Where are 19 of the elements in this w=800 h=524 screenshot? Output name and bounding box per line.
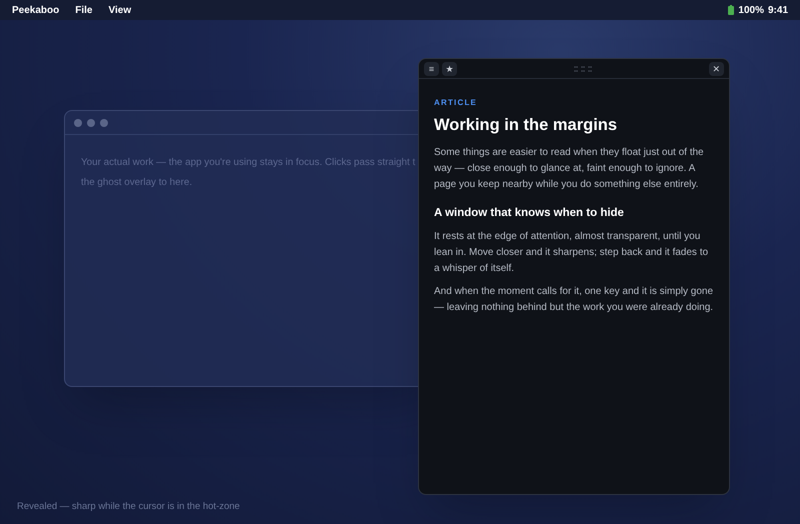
battery-icon <box>728 5 734 15</box>
body-text: Your actual work — the app you're using stays in focus. Clicks pass straight t <box>81 156 416 170</box>
app-name[interactable]: Peekaboo <box>12 2 60 18</box>
body-text: the ghost overlay to here. <box>81 176 192 190</box>
close-button[interactable]: ✕ <box>709 62 724 76</box>
menu-button[interactable]: ≡ <box>424 62 439 76</box>
article-title: Working in the margins <box>434 115 618 136</box>
clock-time: 9:41 <box>768 4 788 18</box>
paragraph: It rests at the edge of attention, almost transparent, until you lean in. Move closer and it sharpens; step back and it fades to a whisper of itself. <box>434 230 710 276</box>
paragraph: Some things are easier to read when they float just out of the way — close enough to glance at, faint enough to ignore. A page you keep nearby while you do something else entirely. <box>434 146 705 192</box>
drag-handle-icon[interactable] <box>573 66 593 72</box>
menu-item[interactable]: View <box>108 2 132 18</box>
star-button[interactable]: ★ <box>442 62 457 76</box>
battery-percentage: 100% <box>738 4 764 18</box>
status-text: Revealed — sharp while the cursor is in the hot-zone <box>17 500 240 514</box>
paragraph: And when the moment calls for it, one key and it is simply gone — leaving nothing behind but the work you were already doing. <box>434 285 714 315</box>
section-heading: A window that knows when to hide <box>434 206 625 221</box>
menu-item[interactable]: File <box>75 2 92 18</box>
section-label: ARTICLE <box>434 97 478 109</box>
